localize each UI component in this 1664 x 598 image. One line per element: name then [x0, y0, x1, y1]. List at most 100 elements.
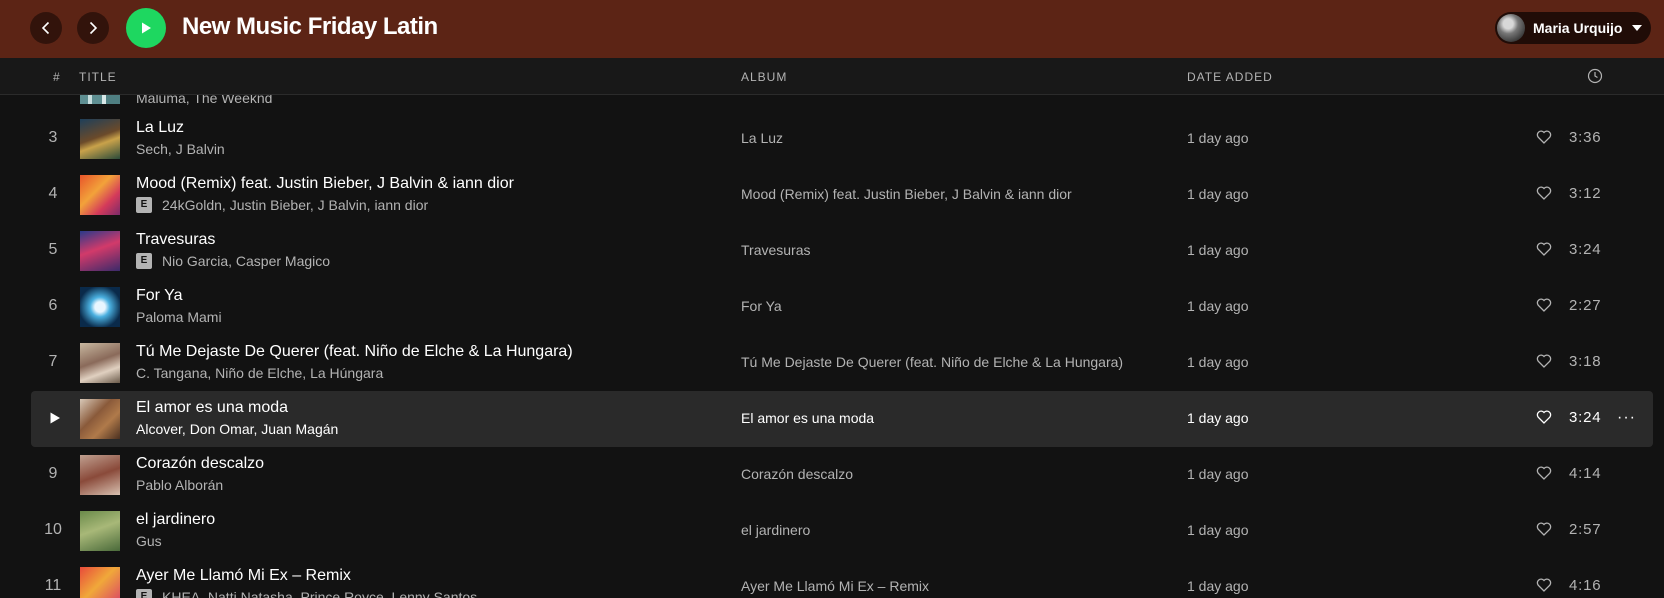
track-title[interactable]: Ayer Me Llamó Mi Ex – Remix: [136, 567, 351, 585]
track-title[interactable]: Travesuras: [136, 231, 215, 249]
track-number: 11: [44, 577, 62, 594]
header-album[interactable]: ALBUM: [741, 70, 787, 84]
more-options-button[interactable]: ···: [1617, 409, 1636, 427]
heart-icon[interactable]: [1536, 409, 1552, 425]
clock-icon[interactable]: [1587, 68, 1603, 87]
track-album[interactable]: Tú Me Dejaste De Querer (feat. Niño de E…: [741, 354, 1123, 370]
artist-links[interactable]: KHEA, Natti Natasha, Prince Royce, Lenny…: [162, 589, 477, 598]
track-album[interactable]: For Ya: [741, 298, 782, 314]
artist-links[interactable]: Pablo Alborán: [136, 477, 223, 493]
track-row[interactable]: 10 el jardinero Gus el jardinero 1 day a…: [31, 503, 1653, 559]
track-artists[interactable]: C. Tangana, Niño de Elche, La Húngara: [136, 365, 383, 381]
track-album[interactable]: Corazón descalzo: [741, 466, 853, 482]
artist-links[interactable]: Paloma Mami: [136, 309, 222, 325]
track-date-added: 1 day ago: [1187, 298, 1249, 314]
track-date-added: 1 day ago: [1187, 578, 1249, 594]
track-row[interactable]: 11 Ayer Me Llamó Mi Ex – Remix E KHEA, Na…: [31, 559, 1653, 598]
track-album[interactable]: El amor es una moda: [741, 410, 874, 426]
track-duration: 3:18: [1569, 353, 1602, 370]
track-date-added: 1 day ago: [1187, 186, 1249, 202]
track-album[interactable]: La Luz: [741, 130, 783, 146]
play-playlist-button[interactable]: [126, 8, 166, 48]
header-number: #: [53, 70, 61, 84]
explicit-badge: E: [136, 253, 152, 269]
track-artists[interactable]: Sech, J Balvin: [136, 141, 225, 157]
track-date-added: 1 day ago: [1187, 410, 1249, 426]
track-number: 3: [48, 129, 58, 146]
track-date-added: 1 day ago: [1187, 522, 1249, 538]
track-row[interactable]: 4 Mood (Remix) feat. Justin Bieber, J Ba…: [31, 167, 1653, 223]
track-artists[interactable]: E KHEA, Natti Natasha, Prince Royce, Lenn…: [136, 589, 477, 598]
track-artists[interactable]: Gus: [136, 533, 162, 549]
track-title[interactable]: For Ya: [136, 287, 183, 305]
track-album[interactable]: el jardinero: [741, 522, 810, 538]
explicit-badge: E: [136, 589, 152, 598]
explicit-badge: E: [136, 197, 152, 213]
track-row[interactable]: 3 La Luz Sech, J Balvin La Luz 1 day ago…: [31, 111, 1653, 167]
album-art: [80, 399, 120, 439]
album-art: [80, 567, 120, 598]
track-title[interactable]: El amor es una moda: [136, 399, 288, 417]
track-row[interactable]: 5 Travesuras E Nio Garcia, Casper Magico …: [31, 223, 1653, 279]
track-title[interactable]: La Luz: [136, 119, 184, 137]
heart-icon[interactable]: [1536, 297, 1552, 313]
header-date-added[interactable]: DATE ADDED: [1187, 70, 1273, 84]
track-duration: 3:24: [1569, 409, 1602, 426]
track-row[interactable]: El amor es una moda Alcover, Don Omar, J…: [31, 391, 1653, 447]
track-artists[interactable]: Alcover, Don Omar, Juan Magán: [136, 421, 338, 437]
play-icon[interactable]: [48, 411, 62, 425]
forward-button[interactable]: [77, 12, 109, 44]
user-menu-button[interactable]: Maria Urquijo: [1495, 12, 1651, 44]
header-title[interactable]: TITLE: [79, 70, 117, 84]
heart-icon[interactable]: [1536, 521, 1552, 537]
track-row[interactable]: 9 Corazón descalzo Pablo Alborán Corazón…: [31, 447, 1653, 503]
artist-links[interactable]: C. Tangana, Niño de Elche, La Húngara: [136, 365, 383, 381]
heart-icon[interactable]: [1536, 353, 1552, 369]
track-number: 6: [48, 297, 58, 314]
artist-links[interactable]: Sech, J Balvin: [136, 141, 225, 157]
artist-links[interactable]: 24kGoldn, Justin Bieber, J Balvin, iann …: [162, 197, 428, 213]
album-art: [80, 231, 120, 271]
track-album[interactable]: Ayer Me Llamó Mi Ex – Remix: [741, 578, 929, 594]
track-date-added: 1 day ago: [1187, 354, 1249, 370]
track-artists[interactable]: Maluma, The Weeknd: [136, 95, 272, 105]
heart-icon[interactable]: [1536, 577, 1552, 593]
user-name: Maria Urquijo: [1533, 20, 1623, 36]
track-title[interactable]: el jardinero: [136, 511, 215, 529]
artist-links[interactable]: Nio Garcia, Casper Magico: [162, 253, 330, 269]
track-artists[interactable]: Paloma Mami: [136, 309, 222, 325]
play-icon: [142, 22, 151, 34]
track-number: 5: [48, 241, 58, 258]
track-title[interactable]: Mood (Remix) feat. Justin Bieber, J Balv…: [136, 175, 514, 193]
track-duration: 3:12: [1569, 185, 1602, 202]
album-art: [80, 119, 120, 159]
track-album[interactable]: Mood (Remix) feat. Justin Bieber, J Balv…: [741, 186, 1072, 202]
track-number: 9: [48, 465, 58, 482]
track-title[interactable]: Corazón descalzo: [136, 455, 264, 473]
artist-links[interactable]: Gus: [136, 533, 162, 549]
heart-icon[interactable]: [1536, 241, 1552, 257]
artist-links[interactable]: Alcover, Don Omar, Juan Magán: [136, 421, 338, 437]
back-button[interactable]: [30, 12, 62, 44]
track-artists[interactable]: E 24kGoldn, Justin Bieber, J Balvin, iann…: [136, 197, 428, 213]
album-art: [80, 287, 120, 327]
track-row[interactable]: 6 For Ya Paloma Mami For Ya 1 day ago 2:…: [31, 279, 1653, 335]
heart-icon[interactable]: [1536, 465, 1552, 481]
track-duration: 3:36: [1569, 129, 1602, 146]
track-artists[interactable]: Pablo Alborán: [136, 477, 223, 493]
heart-icon[interactable]: [1536, 129, 1552, 145]
chevron-right-icon: [89, 21, 98, 35]
track-title[interactable]: Tú Me Dejaste De Querer (feat. Niño de E…: [136, 343, 573, 361]
album-art: [80, 455, 120, 495]
tracklist: Maluma, The Weeknd 3 La Luz Sech, J Balv…: [0, 95, 1664, 598]
track-date-added: 1 day ago: [1187, 130, 1249, 146]
top-bar: New Music Friday Latin Maria Urquijo: [0, 0, 1664, 58]
track-album[interactable]: Travesuras: [741, 242, 811, 258]
chevron-left-icon: [41, 21, 50, 35]
heart-icon[interactable]: [1536, 185, 1552, 201]
track-duration: 2:27: [1569, 297, 1602, 314]
track-duration: 2:57: [1569, 521, 1602, 538]
track-number: 10: [44, 521, 62, 538]
track-row[interactable]: 7 Tú Me Dejaste De Querer (feat. Niño de…: [31, 335, 1653, 391]
track-artists[interactable]: E Nio Garcia, Casper Magico: [136, 253, 330, 269]
